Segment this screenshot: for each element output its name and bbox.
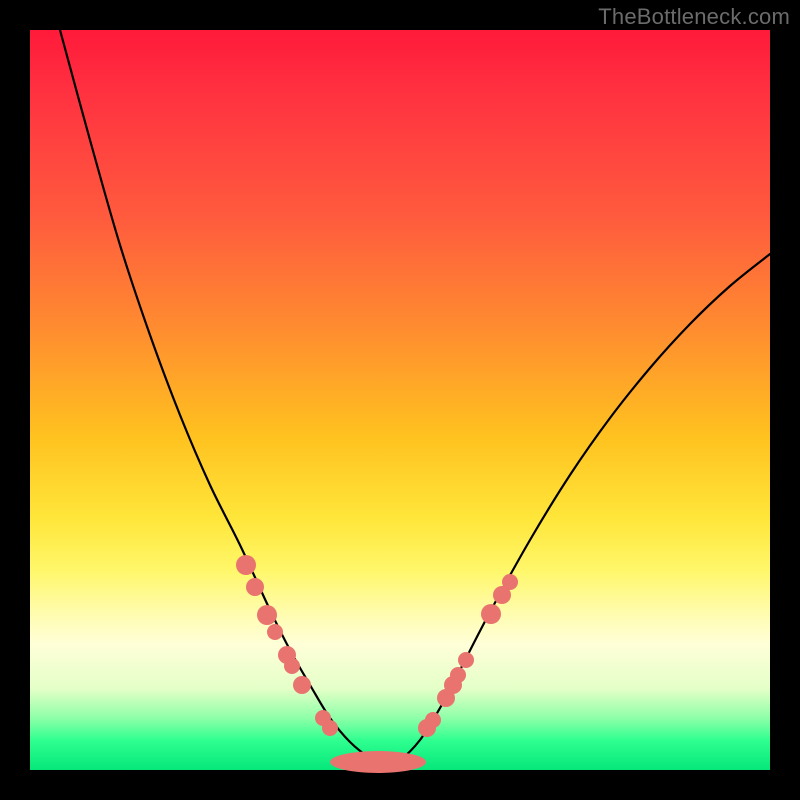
data-point-dot (293, 676, 311, 694)
plot-area (30, 30, 770, 770)
data-point-dot (450, 667, 466, 683)
data-point-markers (236, 555, 518, 737)
data-point-dot (267, 624, 283, 640)
data-point-dot (284, 658, 300, 674)
data-point-dot (257, 605, 277, 625)
data-point-dot (481, 604, 501, 624)
data-point-dot (502, 574, 518, 590)
curve-svg (30, 30, 770, 770)
data-point-dot (246, 578, 264, 596)
watermark-text: TheBottleneck.com (598, 4, 790, 30)
chart-frame: TheBottleneck.com (0, 0, 800, 800)
valley-marker-blob (330, 751, 426, 773)
bottleneck-curve (60, 30, 770, 765)
data-point-dot (322, 720, 338, 736)
data-point-dot (425, 712, 441, 728)
data-point-dot (236, 555, 256, 575)
data-point-dot (458, 652, 474, 668)
